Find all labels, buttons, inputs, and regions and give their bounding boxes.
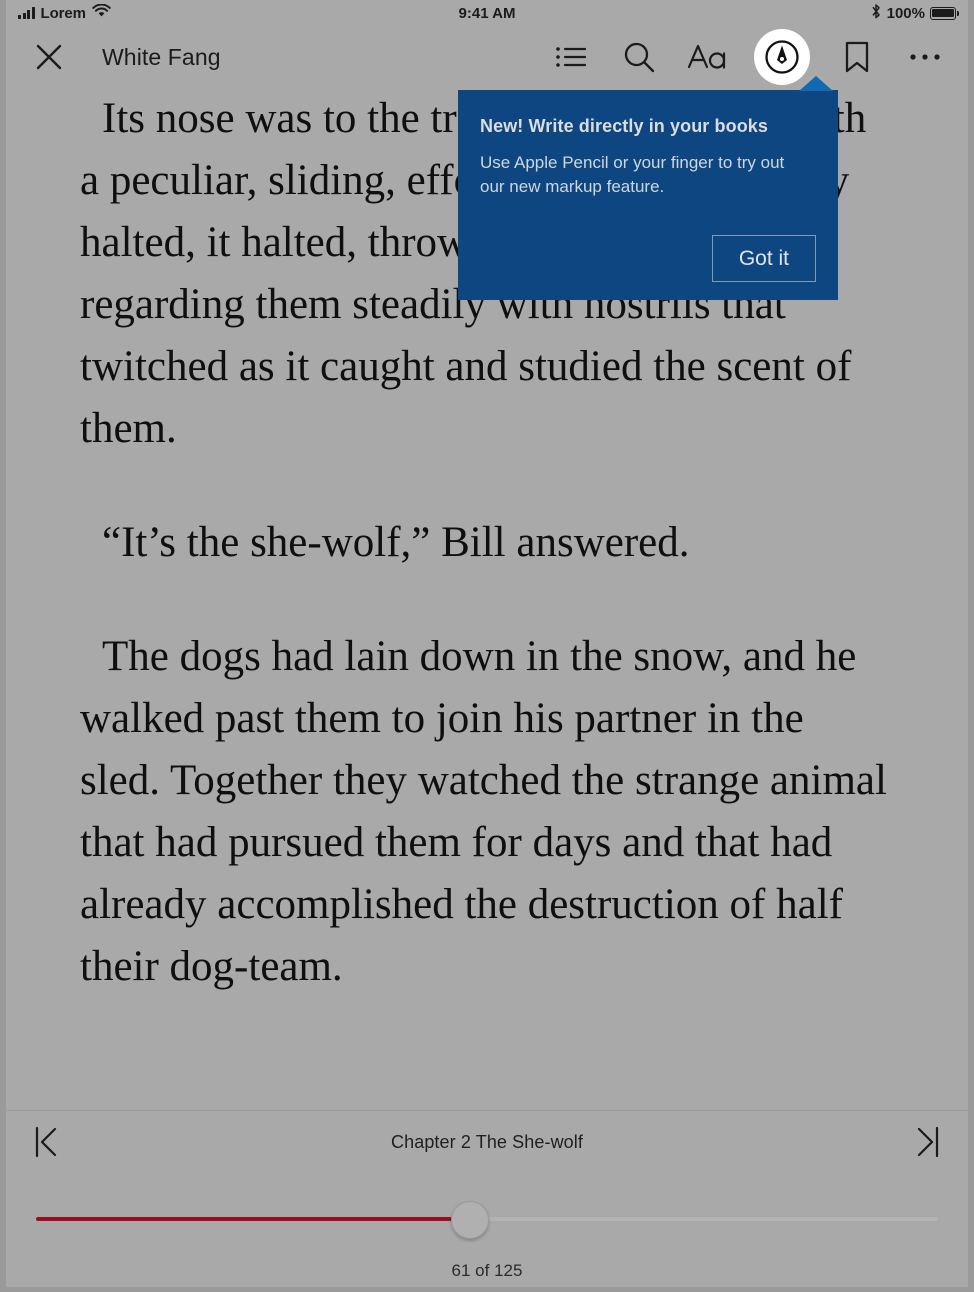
cellular-signal-icon bbox=[18, 7, 35, 19]
table-of-contents-icon[interactable] bbox=[550, 36, 592, 78]
toolbar-left-group: White Fang bbox=[32, 40, 221, 74]
book-paragraph: The dogs had lain down in the snow, and … bbox=[80, 633, 887, 990]
popover-actions: Got it bbox=[480, 235, 816, 282]
status-bar-left: Lorem bbox=[18, 3, 111, 22]
text-options-icon[interactable] bbox=[686, 36, 728, 78]
reading-progress-slider[interactable] bbox=[36, 1201, 938, 1239]
markup-pen-icon[interactable] bbox=[754, 29, 810, 85]
skip-to-next-chapter-icon[interactable] bbox=[906, 1120, 950, 1164]
book-paragraph: “It’s the she-wolf,” Bill answered. bbox=[102, 519, 690, 566]
ebook-reader-screen: Lorem 9:41 AM 100% White Fang Its nose w… bbox=[0, 0, 974, 1292]
popover-body-text: Use Apple Pencil or your finger to try o… bbox=[480, 153, 785, 196]
markup-feature-popover: New! Write directly in your books Use Ap… bbox=[458, 76, 838, 300]
status-bar-right: 100% bbox=[870, 3, 959, 24]
popover-title: New! Write directly in your books bbox=[480, 116, 769, 136]
slider-fill bbox=[36, 1217, 469, 1221]
chapter-navigation-row: Chapter 2 The She-wolf bbox=[6, 1111, 968, 1173]
skip-to-previous-chapter-icon[interactable] bbox=[24, 1120, 68, 1164]
status-bar-time: 9:41 AM bbox=[458, 4, 516, 22]
reader-bottom-bar: Chapter 2 The She-wolf 61 of 125 bbox=[6, 1110, 968, 1287]
page-title: White Fang bbox=[102, 43, 221, 70]
status-bar: Lorem 9:41 AM 100% bbox=[6, 0, 968, 26]
carrier-label: Lorem bbox=[40, 4, 86, 22]
bookmark-icon[interactable] bbox=[836, 36, 878, 78]
search-icon[interactable] bbox=[618, 36, 660, 78]
battery-percent-label: 100% bbox=[886, 4, 925, 22]
got-it-button[interactable]: Got it bbox=[711, 235, 816, 282]
more-options-icon[interactable] bbox=[904, 36, 946, 78]
slider-thumb[interactable] bbox=[450, 1201, 489, 1239]
wifi-icon bbox=[92, 3, 111, 22]
toolbar-right-group bbox=[550, 29, 946, 85]
popover-arrow-icon bbox=[799, 76, 833, 91]
chapter-label: Chapter 2 The She-wolf bbox=[391, 1131, 583, 1152]
page-indicator: 61 of 125 bbox=[451, 1261, 523, 1280]
bluetooth-icon bbox=[870, 3, 882, 24]
close-icon[interactable] bbox=[32, 40, 66, 74]
battery-full-icon bbox=[930, 6, 959, 20]
